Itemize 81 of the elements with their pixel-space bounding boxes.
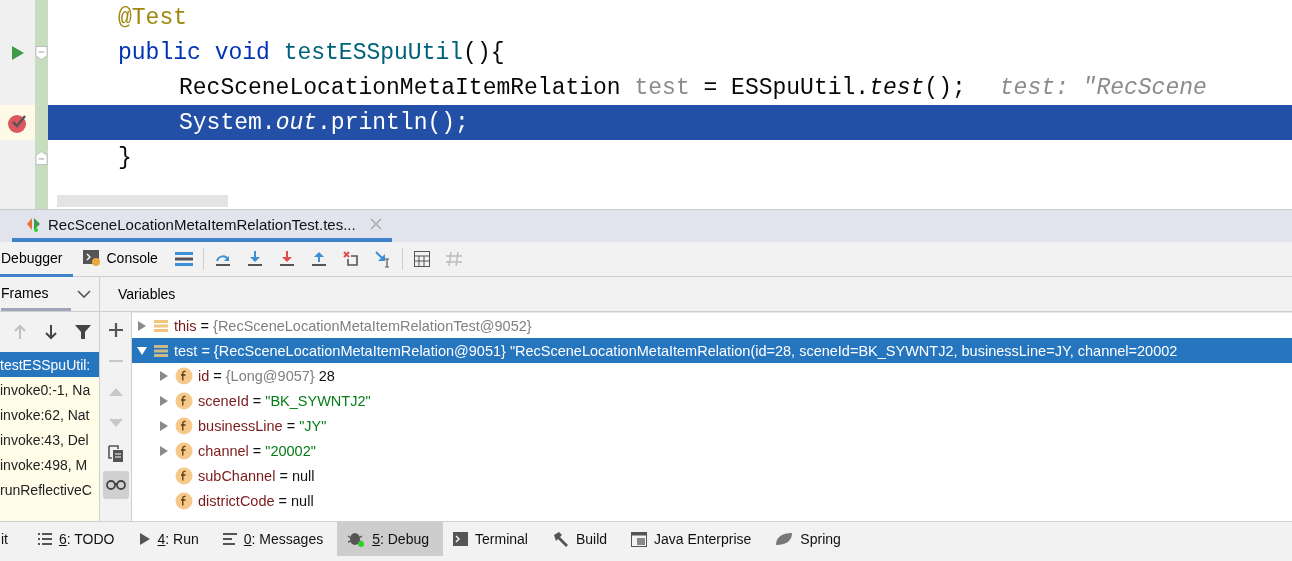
field-icon [175, 441, 193, 460]
tool-window-button[interactable]: Spring [765, 522, 855, 556]
expand-arrow-icon[interactable] [158, 419, 170, 432]
frame-item[interactable]: invoke:498, M [0, 452, 99, 477]
expand-arrow-icon[interactable] [136, 344, 148, 357]
variable-row[interactable]: subChannel = null [132, 463, 1292, 488]
fold-marker-icon[interactable] [35, 44, 48, 61]
variable-text: subChannel = null [198, 467, 315, 484]
object-icon [153, 318, 169, 333]
run-to-cursor-icon[interactable] [373, 250, 392, 268]
frame-item[interactable]: invoke:62, Nat [0, 402, 99, 427]
variable-row[interactable]: businessLine = "JY" [132, 413, 1292, 438]
scrollbar[interactable] [57, 195, 228, 207]
calculator-icon[interactable] [413, 251, 430, 267]
code-line: } [117, 143, 133, 173]
lines-icon [222, 533, 237, 545]
variable-text: this = {RecSceneLocationMetaItemRelationTest@9052} [174, 317, 532, 334]
console-icon [82, 249, 101, 266]
tool-window-button[interactable]: 6: TODO [28, 522, 129, 556]
variable-text: test = {RecSceneLocationMetaItemRelation@9051} "RecSceneLocationMetaItemRelation(id=28, sceneId=BK_SYWNTJ2, businessLine=JY, channel=20002 [174, 342, 1178, 359]
variables-title: Variables [118, 286, 176, 302]
field-icon [175, 491, 193, 510]
frame-item[interactable]: invoke0:-1, Na [0, 377, 99, 402]
debugger-tab[interactable]: Debugger [0, 241, 73, 277]
expand-arrow-icon[interactable] [136, 319, 148, 332]
arrow-down-icon[interactable] [43, 324, 58, 340]
variable-text: channel = "20002" [198, 442, 316, 459]
frame-item[interactable]: invoke:43, Del [0, 427, 99, 452]
field-icon [175, 416, 193, 435]
expand-arrow-icon[interactable] [158, 394, 170, 407]
variable-text: businessLine = "JY" [198, 417, 327, 434]
leaf-icon [775, 532, 794, 546]
variable-row[interactable]: districtCode = null [132, 488, 1292, 513]
variable-text: sceneId = "BK_SYWNTJ2" [198, 392, 371, 409]
enterprise-icon [631, 531, 648, 547]
force-step-into-icon[interactable] [277, 250, 296, 268]
copy-icon[interactable] [107, 445, 124, 463]
variable-row[interactable]: id = {Long@9057} 28 [132, 363, 1292, 388]
tool-window-button[interactable]: 0: Messages [212, 522, 338, 556]
glasses-icon[interactable] [105, 480, 126, 490]
drop-frame-icon[interactable] [341, 250, 360, 268]
fold-marker-icon[interactable] [35, 149, 48, 166]
play-icon [138, 532, 151, 546]
filter-icon[interactable] [74, 324, 91, 340]
tool-window-button[interactable]: Java Enterprise [621, 522, 766, 556]
hammer-icon [551, 531, 569, 547]
object-icon [153, 343, 169, 358]
variable-row[interactable]: this = {RecSceneLocationMetaItemRelationTest@9052} [132, 313, 1292, 338]
field-icon [175, 391, 193, 410]
expand-arrow-icon[interactable] [158, 369, 170, 382]
variable-row[interactable]: channel = "20002" [132, 438, 1292, 463]
expand-arrow-icon[interactable] [158, 444, 170, 457]
frames-title: Frames [1, 285, 49, 301]
variable-text: districtCode = null [198, 492, 314, 509]
list-icon [38, 533, 52, 545]
field-icon [175, 466, 193, 485]
close-icon[interactable] [369, 218, 382, 230]
debugger-tab[interactable]: Console [72, 241, 168, 277]
layout-icon[interactable] [174, 252, 193, 266]
variable-text: id = {Long@9057} 28 [198, 367, 335, 384]
tool-window-button[interactable]: it [0, 522, 28, 556]
tool-window-button[interactable]: Build [541, 522, 622, 556]
field-icon [175, 366, 193, 385]
code-line: @Test [117, 3, 188, 33]
tool-window-button[interactable]: 4: Run [128, 522, 213, 556]
chevron-down-icon[interactable] [77, 289, 91, 299]
tool-window-button[interactable]: Terminal [443, 522, 542, 556]
tool-window-button[interactable]: 5: Debug [337, 522, 443, 556]
run-icon[interactable] [10, 44, 25, 61]
frame-item[interactable]: testESSpuUtil: [0, 352, 99, 377]
plus-icon[interactable] [107, 322, 124, 338]
step-out-icon[interactable] [309, 250, 328, 268]
code-line: public void testESSpuUtil(){ [117, 38, 506, 68]
terminal-icon [453, 532, 468, 546]
bug-icon [347, 531, 366, 547]
test-run-icon [26, 216, 42, 232]
variable-row[interactable]: sceneId = "BK_SYWNTJ2" [132, 388, 1292, 413]
code-line: RecSceneLocationMetaItemRelation test = ESSpuUtil.test(); test: "RecScene [178, 73, 1208, 103]
variable-row[interactable]: test = {RecSceneLocationMetaItemRelation@9051} "RecSceneLocationMetaItemRelation(id=28, sceneId=BK_SYWNTJ2, businessLine=JY, channel=20002 [132, 338, 1292, 363]
step-into-icon[interactable] [245, 250, 264, 268]
frame-item[interactable]: runReflectiveC [0, 477, 99, 502]
